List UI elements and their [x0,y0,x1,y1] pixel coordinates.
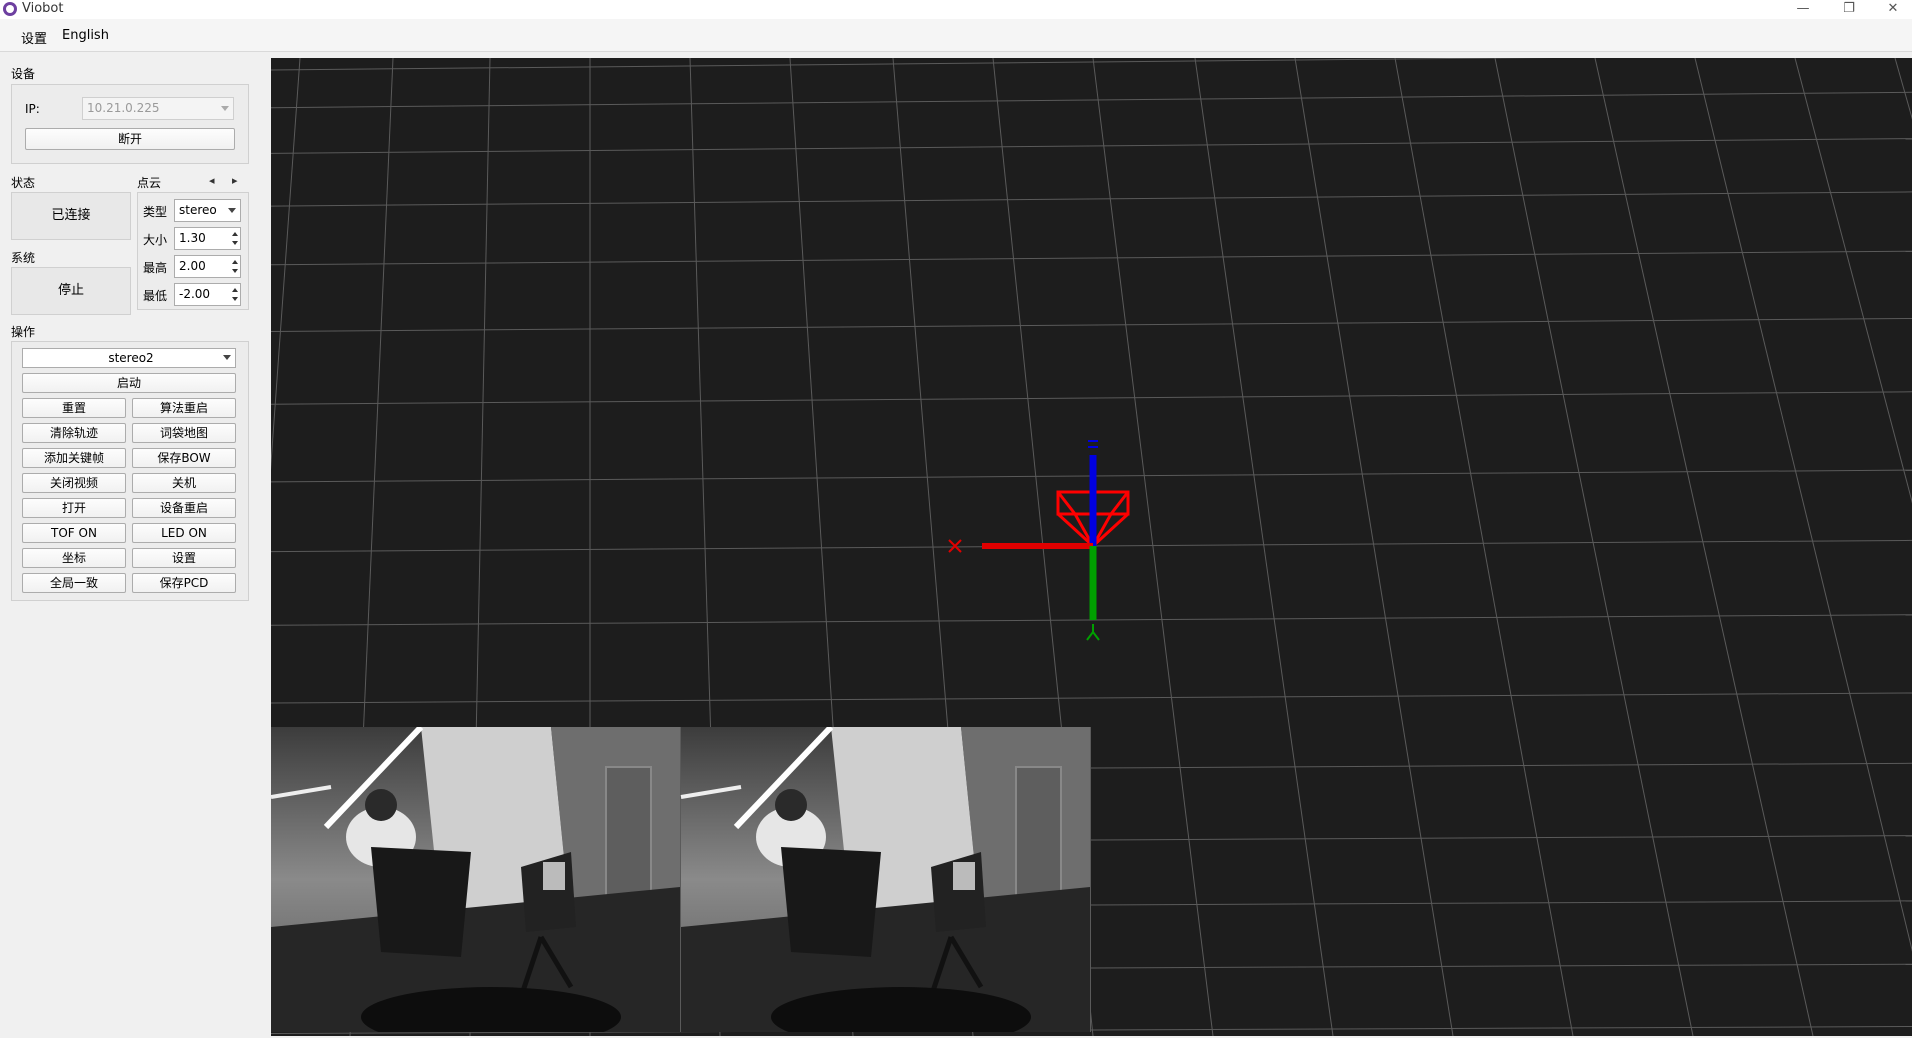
op-button-4-1[interactable]: 设备重启 [132,498,236,518]
spin-down-icon[interactable] [232,241,238,245]
op-button-2-0[interactable]: 添加关键帧 [22,448,126,468]
ip-label: IP: [25,102,40,116]
next-arrow-icon[interactable]: ▸ [232,174,238,187]
op-button-0-0[interactable]: 重置 [22,398,126,418]
close-button[interactable]: ✕ [1870,0,1912,19]
app-logo-icon [3,2,17,16]
status-section-title: 状态 [11,176,36,190]
op-button-7-0[interactable]: 全局一致 [22,573,126,593]
spin-up-icon[interactable] [232,288,238,292]
type-label: 类型 [143,205,168,219]
op-button-3-0[interactable]: 关闭视频 [22,473,126,493]
mode-value: stereo2 [108,351,154,365]
chevron-down-icon [223,355,231,360]
max-label: 最高 [143,261,168,275]
pointcloud-section-title: 点云 [137,176,162,190]
min-label: 最低 [143,289,168,303]
title-bar [0,0,1912,19]
restore-button[interactable]: ❐ [1826,0,1872,19]
spin-down-icon[interactable] [232,297,238,301]
prev-arrow-icon[interactable]: ◂ [209,174,215,187]
disconnect-button[interactable]: 断开 [25,128,235,150]
op-button-1-1[interactable]: 词袋地图 [132,423,236,443]
system-section-title: 系统 [11,251,36,265]
device-group [11,84,249,164]
spin-down-icon[interactable] [232,269,238,273]
op-button-5-0[interactable]: TOF ON [22,523,126,543]
operations-section-title: 操作 [11,325,36,339]
stereo-camera-feed [271,727,1091,1032]
mode-combo[interactable]: stereo2 [22,348,236,368]
menu-language[interactable]: English [58,28,113,43]
min-spinbox[interactable]: -2.00 [174,283,241,306]
y-axis-marker [1086,624,1100,641]
min-value: -2.00 [179,287,211,301]
size-value: 1.30 [179,231,206,245]
device-section-title: 设备 [11,67,36,81]
op-button-0-1[interactable]: 算法重启 [132,398,236,418]
op-button-2-1[interactable]: 保存BOW [132,448,236,468]
minimize-button[interactable]: — [1780,0,1826,19]
size-label: 大小 [143,233,168,247]
spin-up-icon[interactable] [232,260,238,264]
start-button[interactable]: 启动 [22,373,236,393]
type-value: stereo [179,203,217,217]
op-button-6-0[interactable]: 坐标 [22,548,126,568]
op-button-4-0[interactable]: 打开 [22,498,126,518]
op-button-7-1[interactable]: 保存PCD [132,573,236,593]
chevron-down-icon [221,106,229,111]
size-spinbox[interactable]: 1.30 [174,227,241,250]
chevron-down-icon [228,208,236,213]
op-button-5-1[interactable]: LED ON [132,523,236,543]
spin-up-icon[interactable] [232,232,238,236]
system-value: 停止 [11,267,131,315]
ip-value: 10.21.0.225 [87,101,160,115]
menu-bar [0,19,1912,52]
op-button-6-1[interactable]: 设置 [132,548,236,568]
max-value: 2.00 [179,259,206,273]
op-button-1-0[interactable]: 清除轨迹 [22,423,126,443]
window-title: Viobot [22,1,64,16]
ip-combo[interactable]: 10.21.0.225 [82,97,234,120]
x-axis-marker [948,539,962,553]
max-spinbox[interactable]: 2.00 [174,255,241,278]
status-value: 已连接 [11,192,131,240]
menu-settings[interactable]: 设置 [17,28,51,47]
z-axis-marker [1088,440,1098,448]
type-combo[interactable]: stereo [174,199,241,222]
op-button-3-1[interactable]: 关机 [132,473,236,493]
